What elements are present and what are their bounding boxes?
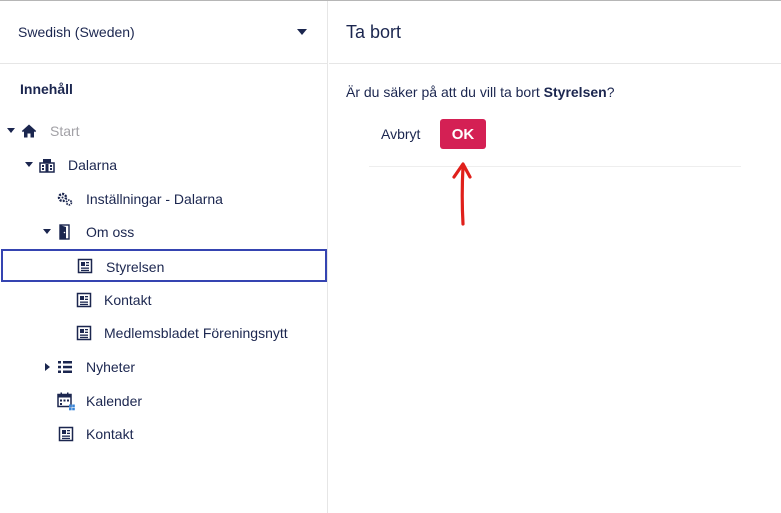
tree-item-label: Kalender xyxy=(86,393,143,409)
tree-item-kontakt-root[interactable]: Kontakt xyxy=(0,418,327,450)
tree-item-label: Inställningar - Dalarna xyxy=(86,191,223,207)
tree-item-settings-dalarna[interactable]: Inställningar - Dalarna xyxy=(0,183,327,215)
language-select[interactable]: Swedish (Sweden) xyxy=(0,1,327,64)
divider xyxy=(369,166,741,167)
tree-item-label: Start xyxy=(50,123,80,139)
tree-item-om-oss[interactable]: Om oss xyxy=(0,216,327,248)
tree-item-label: Om oss xyxy=(86,224,135,240)
confirm-item-name: Styrelsen xyxy=(543,84,607,100)
delete-dialog-panel: Ta bort Är du säker på att du vill ta bo… xyxy=(329,1,781,513)
caret-right-icon[interactable] xyxy=(45,363,50,371)
confirm-message-prefix: Är du säker på att du vill ta bort xyxy=(346,84,544,100)
gears-icon xyxy=(57,192,73,206)
calendar-icon xyxy=(57,392,75,411)
cancel-button[interactable]: Avbryt xyxy=(373,119,428,149)
app-window: Swedish (Sweden) Innehåll Start Dalarna … xyxy=(0,0,781,513)
tree-item-label: Medlemsbladet Föreningsnytt xyxy=(104,325,288,341)
annotation-arrow-icon xyxy=(452,162,472,226)
tree-item-styrelsen[interactable]: Styrelsen xyxy=(1,249,327,282)
tree-item-label: Kontakt xyxy=(104,292,152,308)
tree-item-label: Styrelsen xyxy=(106,259,165,275)
tree-item-label: Nyheter xyxy=(86,359,136,375)
caret-down-icon[interactable] xyxy=(7,128,15,133)
confirm-message-suffix: ? xyxy=(606,84,615,100)
tree-item-label: Kontakt xyxy=(86,426,134,442)
ok-button[interactable]: OK xyxy=(440,119,486,149)
document-icon xyxy=(76,292,92,308)
confirm-message: Är du säker på att du vill ta bort Styre… xyxy=(346,84,615,100)
caret-down-icon[interactable] xyxy=(25,162,33,167)
list-icon xyxy=(58,361,72,373)
tree-item-nyheter[interactable]: Nyheter xyxy=(0,351,327,383)
door-icon xyxy=(59,224,70,240)
document-icon xyxy=(58,426,74,442)
section-title: Innehåll xyxy=(20,81,73,97)
document-icon xyxy=(77,258,93,274)
dialog-title: Ta bort xyxy=(329,1,781,64)
document-icon xyxy=(76,325,92,341)
tree-item-medlemsbladet[interactable]: Medlemsbladet Föreningsnytt xyxy=(0,317,327,349)
tree-item-kalender[interactable]: Kalender xyxy=(0,385,327,417)
caret-down-icon[interactable] xyxy=(43,229,51,234)
chevron-down-icon xyxy=(297,29,307,35)
language-select-value: Swedish (Sweden) xyxy=(18,24,135,40)
sidebar: Swedish (Sweden) Innehåll Start Dalarna … xyxy=(0,1,328,513)
home-icon xyxy=(21,124,37,138)
tree-item-dalarna[interactable]: Dalarna xyxy=(0,149,327,181)
tree-item-kontakt[interactable]: Kontakt xyxy=(0,284,327,316)
building-icon xyxy=(39,159,55,173)
tree-item-label: Dalarna xyxy=(68,157,118,173)
tree-item-start[interactable]: Start xyxy=(0,115,327,147)
